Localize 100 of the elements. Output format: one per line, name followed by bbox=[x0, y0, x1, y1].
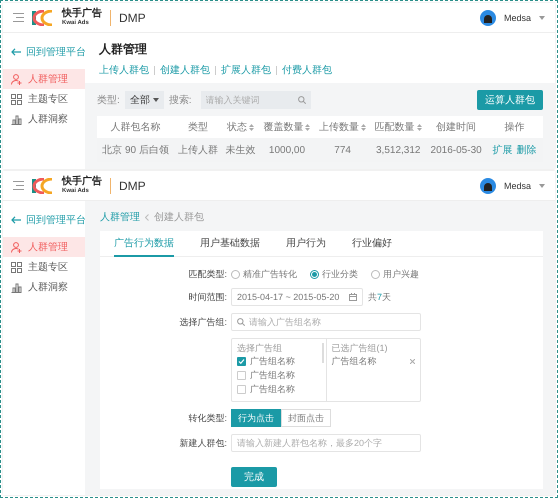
list-item: 广告组名称 bbox=[250, 369, 295, 382]
table-cell: 北京 90 后白领 bbox=[102, 145, 169, 156]
column-header[interactable]: 状态 bbox=[227, 120, 254, 134]
action-link[interactable]: 扩展 bbox=[492, 145, 513, 156]
date-range-field[interactable]: 2015-04-17 ~ 2015-05-20 bbox=[231, 288, 363, 306]
action-link[interactable]: 删除 bbox=[516, 145, 537, 156]
radio-button[interactable] bbox=[310, 270, 319, 279]
name-box[interactable]: 请输入新建人群包名称，最多20个字 bbox=[231, 434, 421, 452]
logo-icon bbox=[32, 10, 54, 26]
table-cell: 2016-05-30 bbox=[430, 144, 482, 156]
action-link[interactable]: 创建人群包 bbox=[160, 63, 210, 77]
sidebar-item[interactable]: 人群洞察 bbox=[3, 109, 85, 129]
search-box[interactable]: 请输入关键词 bbox=[200, 91, 311, 109]
table-cell: 1000,00 bbox=[268, 144, 306, 156]
type-select[interactable]: 全部 bbox=[124, 91, 164, 109]
search-icon bbox=[237, 318, 245, 326]
search-box[interactable]: 请输入广告组名称 bbox=[231, 313, 421, 331]
filter-label: 类型: bbox=[97, 94, 120, 107]
product-name: DMP bbox=[119, 10, 146, 24]
calendar-icon bbox=[349, 293, 357, 301]
arrow-icon bbox=[11, 216, 21, 224]
arrow-icon bbox=[11, 48, 21, 56]
day-count: 共7天 bbox=[368, 290, 392, 304]
tab[interactable]: 用户基础数据 bbox=[200, 231, 260, 257]
column-header[interactable]: 操作 bbox=[504, 120, 525, 134]
tab[interactable]: 行业偏好 bbox=[352, 231, 392, 257]
field-label: 匹配类型: bbox=[187, 268, 227, 281]
sidebar-item[interactable]: 人群洞察 bbox=[3, 277, 85, 297]
back-link[interactable]: 回到管理平台 bbox=[3, 41, 85, 69]
list-header: 已选广告组(1) bbox=[332, 342, 388, 353]
segment-button[interactable]: 封面点击 bbox=[281, 409, 331, 427]
search-field[interactable]: 请输入关键词 bbox=[206, 92, 298, 108]
avatar-icon[interactable] bbox=[480, 178, 496, 194]
logo-text: 快手广告 bbox=[62, 9, 102, 19]
back-link[interactable]: 回到管理平台 bbox=[3, 209, 85, 237]
list-header: 选择广告组 bbox=[237, 342, 283, 353]
sort-icon bbox=[249, 124, 254, 130]
breadcrumb-link[interactable]: 人群管理 bbox=[100, 210, 140, 224]
scrollbar bbox=[322, 343, 324, 363]
column-header[interactable]: 上传数量 bbox=[319, 120, 366, 134]
column-header[interactable]: 创建时间 bbox=[436, 120, 476, 134]
table-cell: 3,512,312 bbox=[376, 144, 420, 156]
sort-icon bbox=[305, 124, 310, 130]
caret-icon bbox=[539, 16, 545, 20]
name-field[interactable]: 请输入新建人群包名称，最多20个字 bbox=[237, 435, 415, 451]
radio-button[interactable] bbox=[231, 270, 240, 279]
column-header[interactable]: 人群包名称 bbox=[110, 120, 161, 134]
checkbox[interactable] bbox=[237, 357, 246, 366]
column-header[interactable]: 覆盖数量 bbox=[263, 120, 310, 134]
compute-button[interactable]: 运算人群包 bbox=[477, 90, 543, 110]
sidebar-item[interactable]: 人群管理 bbox=[3, 69, 85, 89]
menu-icon[interactable] bbox=[13, 181, 24, 190]
table-cell: 774 bbox=[334, 144, 351, 156]
grid-icon bbox=[11, 94, 22, 104]
tab[interactable]: 广告行为数据 bbox=[114, 231, 174, 257]
user-name[interactable]: Medsa bbox=[504, 12, 531, 22]
avatar-icon[interactable] bbox=[480, 10, 496, 26]
checkbox[interactable] bbox=[237, 385, 246, 394]
grid-icon bbox=[11, 262, 22, 272]
column-header[interactable]: 类型 bbox=[188, 120, 208, 134]
chevron-icon bbox=[145, 214, 149, 220]
radio-label: 用户兴趣 bbox=[383, 268, 419, 281]
caret-icon bbox=[539, 184, 545, 188]
action-link[interactable]: 扩展人群包 bbox=[221, 63, 271, 77]
sidebar-item[interactable]: 人群管理 bbox=[3, 237, 85, 257]
logo-text: 快手广告 bbox=[62, 177, 102, 187]
caret-icon bbox=[152, 98, 159, 102]
sort-icon bbox=[416, 124, 422, 130]
user-add-icon bbox=[11, 74, 22, 84]
action-link[interactable]: 付费人群包 bbox=[282, 63, 332, 77]
sort-icon bbox=[361, 124, 366, 130]
field-label: 时间范围: bbox=[187, 290, 227, 304]
search-icon bbox=[298, 96, 306, 104]
field-label: 新建人群包: bbox=[178, 436, 227, 450]
field-label: 选择广告组: bbox=[178, 316, 227, 328]
segment-button[interactable]: 行为点击 bbox=[231, 409, 281, 427]
action-link[interactable]: 上传人群包 bbox=[99, 63, 149, 77]
list-item: 广告组名称 bbox=[250, 355, 295, 368]
chart-icon bbox=[11, 282, 22, 292]
radio-button[interactable] bbox=[371, 270, 380, 279]
list-item: 广告组名称 bbox=[250, 383, 295, 396]
chart-icon bbox=[11, 114, 22, 124]
tab[interactable]: 用户行为 bbox=[286, 231, 326, 257]
product-name: DMP bbox=[119, 178, 146, 192]
filter-label: 搜索: bbox=[168, 94, 192, 107]
search-field[interactable]: 请输入广告组名称 bbox=[249, 314, 415, 330]
menu-icon[interactable] bbox=[13, 13, 24, 22]
checkbox[interactable] bbox=[237, 371, 246, 380]
table-cell: 上传人群 bbox=[178, 145, 218, 156]
table-cell: 未生效 bbox=[226, 145, 256, 156]
submit-button[interactable]: 完成 bbox=[231, 467, 277, 487]
sidebar-item[interactable]: 主题专区 bbox=[3, 89, 85, 109]
field-label: 转化类型: bbox=[187, 412, 227, 424]
logo-icon bbox=[32, 178, 54, 194]
page-title: 人群管理 bbox=[99, 41, 148, 58]
column-header[interactable]: 匹配数量 bbox=[374, 120, 422, 134]
sidebar-item[interactable]: 主题专区 bbox=[3, 257, 85, 277]
close-icon[interactable] bbox=[410, 359, 415, 364]
user-name[interactable]: Medsa bbox=[504, 180, 531, 190]
radio-label: 行业分类 bbox=[322, 268, 358, 281]
